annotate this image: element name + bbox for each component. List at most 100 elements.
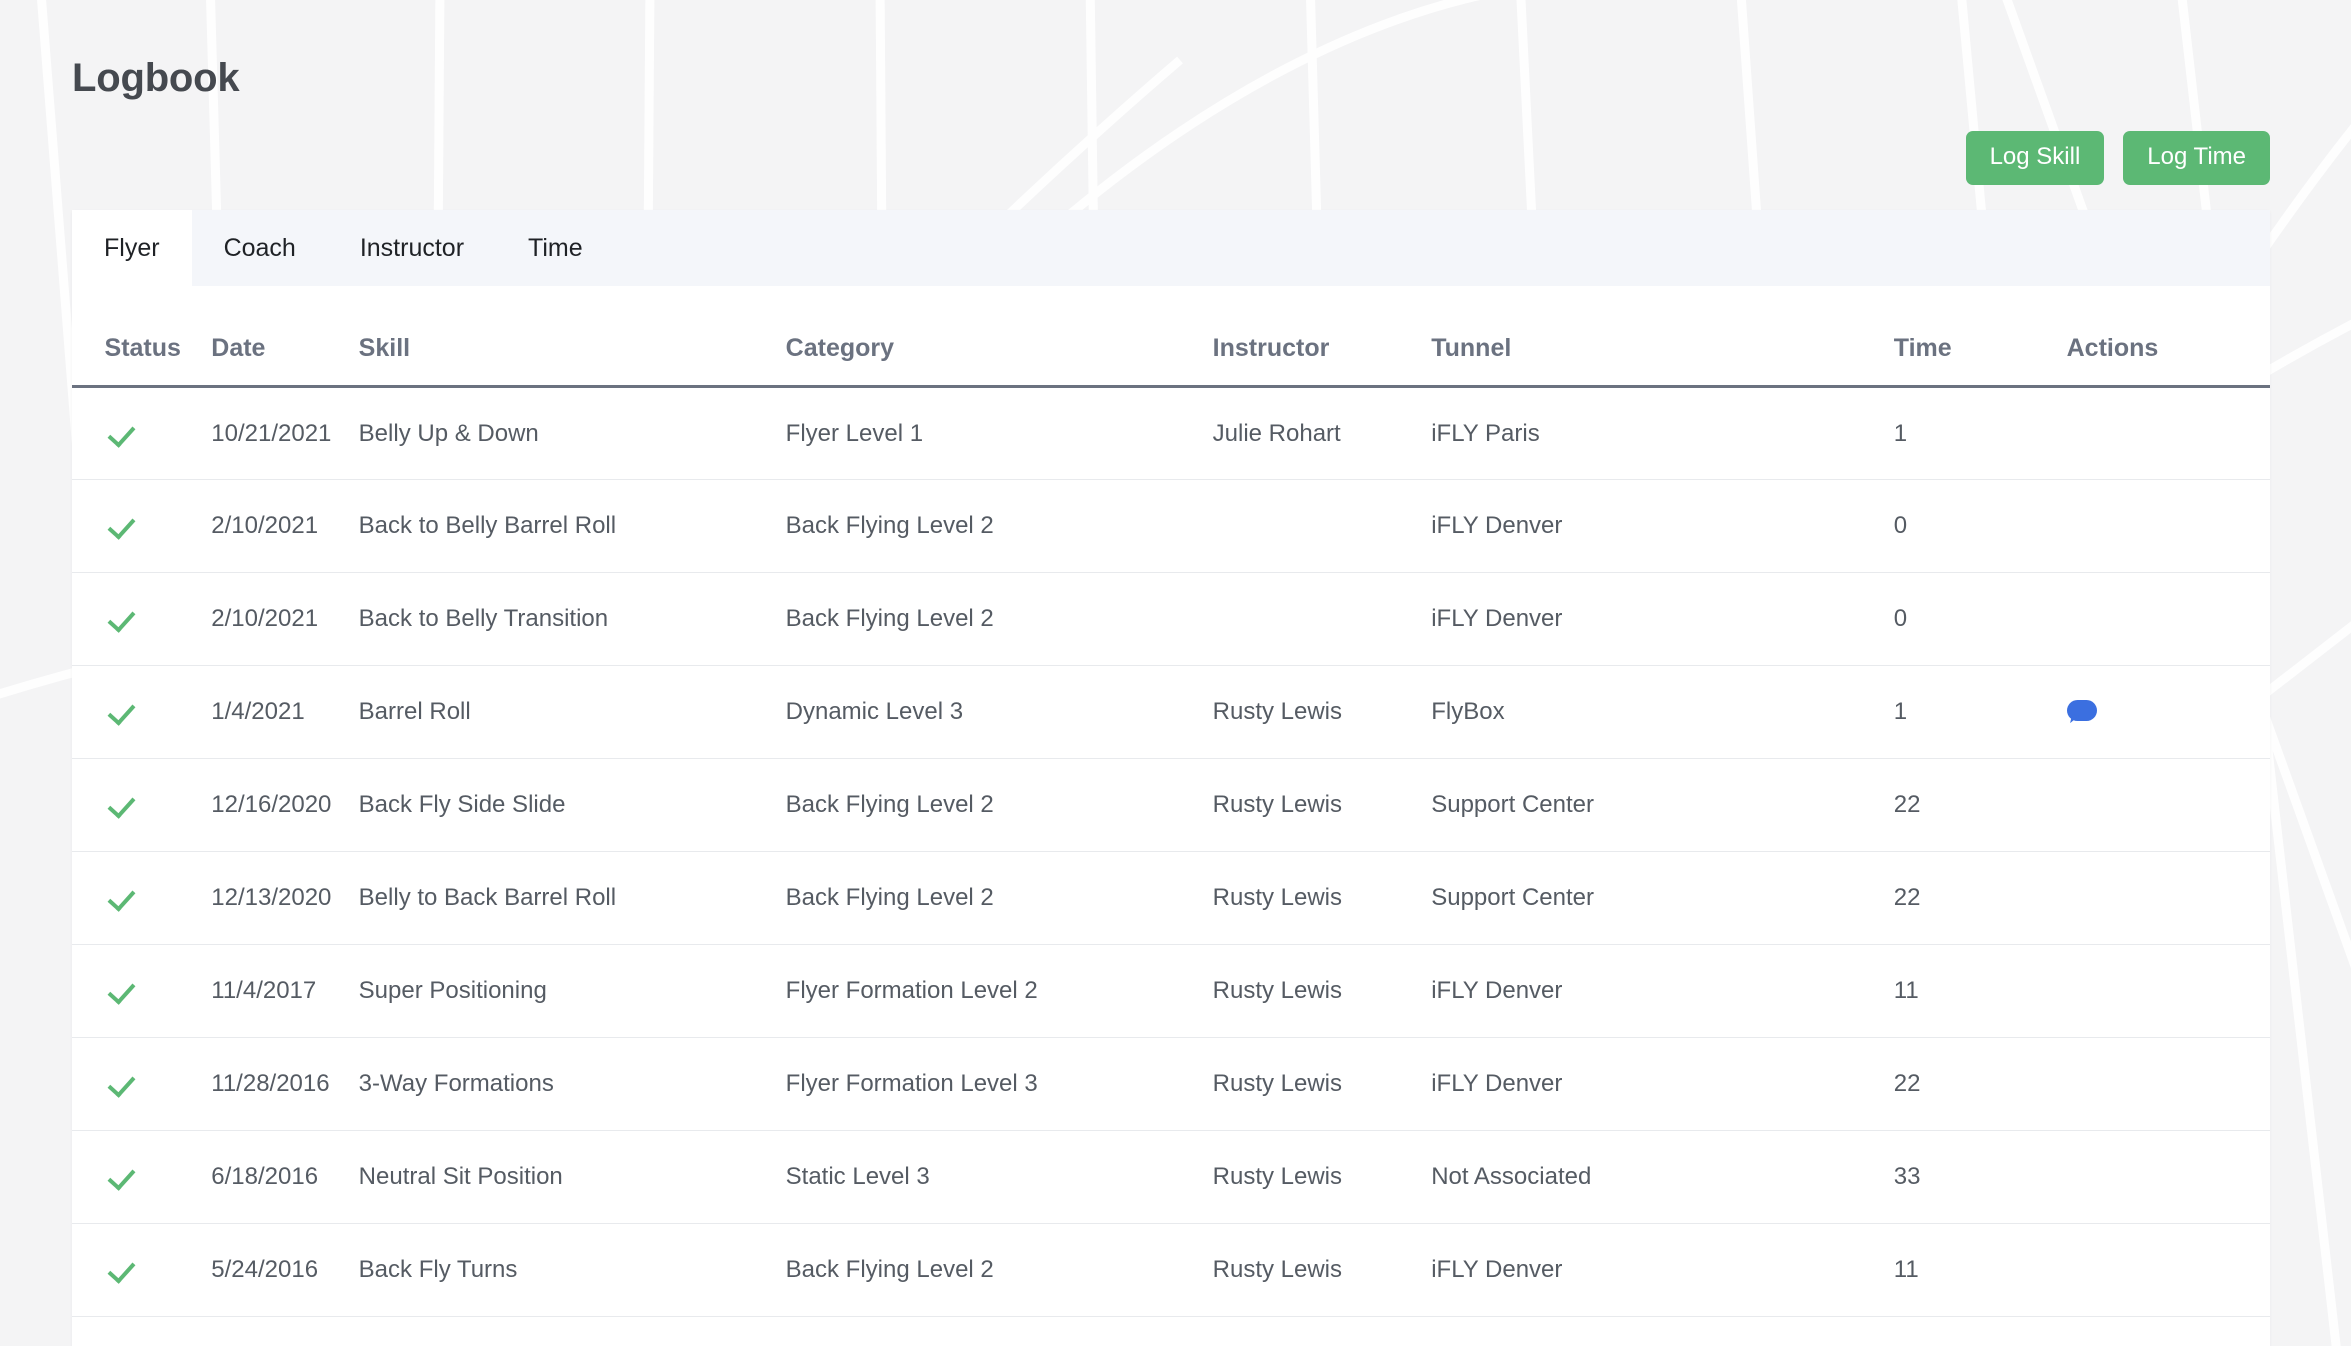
skill-cell: Super Positioning	[358, 944, 786, 1038]
status-cell	[104, 944, 212, 1038]
skill-cell: Belly Up & Down	[358, 386, 786, 480]
spacer-cell	[72, 572, 105, 666]
spacer-cell	[72, 286, 105, 388]
instructor-cell: Rusty Lewis	[1212, 1223, 1432, 1317]
table-header: Status Date Skill Category Instructor Tu…	[72, 286, 2270, 388]
column-header-category: Category	[785, 286, 1213, 388]
table-row[interactable]: 11/4/2017 Super Positioning Flyer Formatio…	[72, 944, 2270, 1038]
actions-cell	[2066, 1223, 2270, 1317]
date-cell: 11/4/2017	[211, 944, 359, 1038]
date-cell: 10/21/2021	[211, 386, 359, 480]
table-row[interactable]: 1/4/2021 Barrel Roll Dynamic Level 3 Rusty …	[72, 665, 2270, 759]
actions-cell	[2066, 386, 2270, 480]
actions-cell	[2066, 479, 2270, 573]
category-cell: Back Flying Level 2	[785, 572, 1213, 666]
table-row[interactable]: 12/13/2020 Belly to Back Barrel Roll Back …	[72, 851, 2270, 945]
table-row[interactable]: 2/10/2021 Back to Belly Barrel Roll Back F…	[72, 479, 2270, 573]
check-icon	[105, 1069, 135, 1099]
tab-instructor[interactable]: Instructor	[328, 210, 496, 286]
table-header-row: Status Date Skill Category Instructor Tu…	[72, 286, 2270, 388]
header-actions: Log Skill Log Time	[1965, 131, 2270, 185]
spacer-cell	[72, 386, 105, 480]
actions-cell	[2066, 1037, 2270, 1131]
page-header: Logbook Log Skill Log Time	[0, 0, 2351, 210]
tab-coach[interactable]: Coach	[192, 210, 328, 286]
log-time-button[interactable]: Log Time	[2123, 131, 2270, 185]
instructor-cell	[1212, 572, 1432, 666]
actions-cell	[2066, 944, 2270, 1038]
tab-time[interactable]: Time	[496, 210, 615, 286]
tunnel-cell: iFLY Denver	[1431, 479, 1894, 573]
comment-icon[interactable]	[2066, 699, 2097, 726]
tunnel-cell: FlyBox	[1431, 665, 1894, 759]
actions-cell	[2066, 665, 2270, 759]
logbook-card: Flyer Coach Instructor Time Status Date …	[72, 210, 2270, 1346]
time-cell: 22	[1893, 758, 2067, 852]
skill-cell: Barrel Roll	[358, 665, 786, 759]
table-row[interactable]: 5/24/2016 Back Fly Turns Back Flying Level…	[72, 1223, 2270, 1317]
date-cell: 2/10/2021	[211, 479, 359, 573]
spacer-cell	[72, 1223, 105, 1317]
instructor-cell	[1212, 479, 1432, 573]
table-row[interactable]: 2/10/2021 Back to Belly Transition Back Fl…	[72, 572, 2270, 666]
check-icon	[105, 604, 135, 634]
table-row[interactable]: 10/21/2021 Belly Up & Down Flyer Level 1 Ju…	[72, 386, 2270, 480]
time-cell: 0	[1893, 479, 2067, 573]
tunnel-cell: iFLY Denver	[1431, 572, 1894, 666]
time-cell: 22	[1893, 851, 2067, 945]
check-icon	[105, 976, 135, 1006]
status-cell	[104, 1130, 212, 1224]
category-cell: Back Flying Level 2	[785, 758, 1213, 852]
category-cell: Back Flying Level 2	[785, 1223, 1213, 1317]
category-cell: Dynamic Level 3	[785, 665, 1213, 759]
spacer-cell	[72, 665, 105, 759]
check-icon	[105, 1162, 135, 1192]
category-cell: Flyer Formation Level 3	[785, 1037, 1213, 1131]
skill-cell: 3-Way Formations	[358, 1037, 786, 1131]
tunnel-cell: Support Center	[1431, 851, 1894, 945]
instructor-cell: Rusty Lewis	[1212, 851, 1432, 945]
spacer-cell	[72, 758, 105, 852]
check-icon	[105, 790, 135, 820]
status-cell	[104, 572, 212, 666]
category-cell: Back Flying Level 2	[785, 851, 1213, 945]
actions-cell	[2066, 572, 2270, 666]
tunnel-cell: iFLY Paris	[1431, 386, 1894, 480]
date-cell: 6/18/2016	[211, 1130, 359, 1224]
spacer-cell	[72, 1037, 105, 1131]
page-title: Logbook	[72, 56, 240, 100]
tab-bar: Flyer Coach Instructor Time	[72, 210, 2270, 286]
column-header-status: Status	[104, 286, 212, 388]
check-icon	[105, 511, 135, 541]
skill-cell: Belly to Back Barrel Roll	[358, 851, 786, 945]
log-skill-button[interactable]: Log Skill	[1965, 131, 2105, 185]
spacer-cell	[72, 944, 105, 1038]
check-icon	[105, 697, 135, 727]
skill-cell: Back Fly Side Slide	[358, 758, 786, 852]
column-header-tunnel: Tunnel	[1431, 286, 1894, 388]
table-body: 10/21/2021 Belly Up & Down Flyer Level 1 Ju…	[72, 386, 2270, 1317]
status-cell	[104, 665, 212, 759]
skill-cell: Neutral Sit Position	[358, 1130, 786, 1224]
time-cell: 33	[1893, 1130, 2067, 1224]
spacer-cell	[72, 1130, 105, 1224]
time-cell: 11	[1893, 944, 2067, 1038]
time-cell: 0	[1893, 572, 2067, 666]
tunnel-cell: iFLY Denver	[1431, 1223, 1894, 1317]
tab-flyer[interactable]: Flyer	[72, 210, 192, 286]
tunnel-cell: Support Center	[1431, 758, 1894, 852]
category-cell: Flyer Formation Level 2	[785, 944, 1213, 1038]
category-cell: Flyer Level 1	[785, 386, 1213, 480]
status-cell	[104, 1037, 212, 1131]
instructor-cell: Rusty Lewis	[1212, 944, 1432, 1038]
instructor-cell: Rusty Lewis	[1212, 1130, 1432, 1224]
column-header-instructor: Instructor	[1212, 286, 1432, 388]
table-row[interactable]: 12/16/2020 Back Fly Side Slide Back Flying…	[72, 758, 2270, 852]
date-cell: 12/13/2020	[211, 851, 359, 945]
table-row[interactable]: 6/18/2016 Neutral Sit Position Static Leve…	[72, 1130, 2270, 1224]
spacer-cell	[72, 851, 105, 945]
date-cell: 5/24/2016	[211, 1223, 359, 1317]
table-row[interactable]: 11/28/2016 3-Way Formations Flyer Formatio…	[72, 1037, 2270, 1131]
status-cell	[104, 479, 212, 573]
instructor-cell: Rusty Lewis	[1212, 665, 1432, 759]
